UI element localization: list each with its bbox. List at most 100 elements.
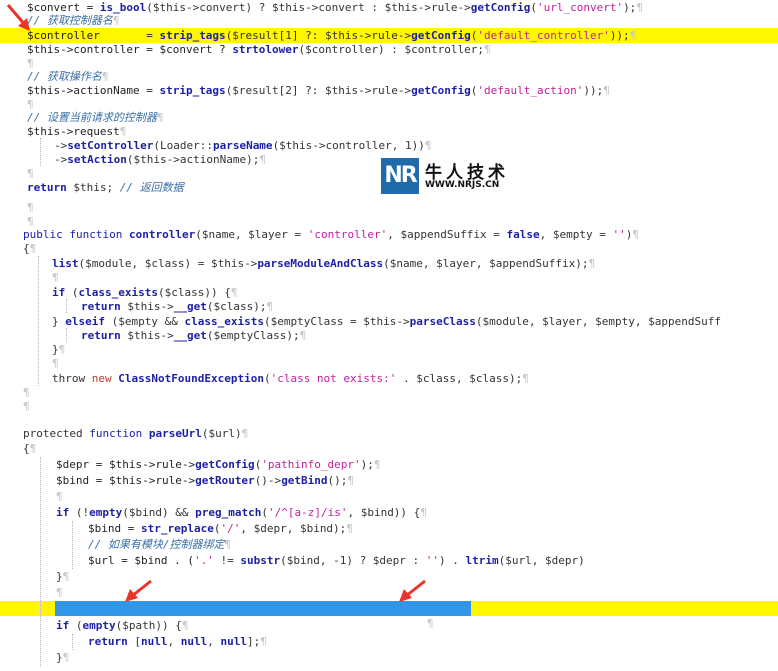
code-token: // 如果有模块/控制器绑定 [88,538,225,551]
code-token: ($this->controller, 1)) [272,139,425,152]
code-token: ($bind, -1) ? $depr : [280,554,426,567]
code-token: parseClass [409,315,476,328]
code-token: ($bind) && [122,506,196,519]
code-token: (Loader:: [153,139,213,152]
code-line[interactable]: // 获取控制器名¶ [0,13,778,29]
code-line[interactable]: return $this->__get($class);¶ [0,299,778,315]
code-token: parseName [212,139,273,152]
code-token: '/^[a-z]/is' [267,506,348,519]
pilcrow: ¶ [260,635,267,648]
pilcrow: ¶ [424,139,432,152]
code-token: , $empty = [539,228,613,241]
code-token: $bind = [88,522,141,535]
code-token: empty [89,506,123,519]
code-token: parseModuleAndClass [257,257,384,270]
code-line[interactable]: if (empty($path)) {¶ [0,618,778,634]
code-token: ($result[2] ?: $this->rule-> [225,84,412,97]
code-token: parseUrl [148,427,202,440]
code-token: setController [67,139,154,152]
code-token: -> [54,139,68,152]
code-line[interactable]: }¶ [0,650,778,666]
code-line[interactable]: $depr = $this->rule->getConfig('pathinfo… [0,457,778,473]
code-token: ( [65,286,79,299]
code-token: ($module, $class) = $this-> [78,257,258,270]
code-line[interactable]: return [null, null, null];¶ [0,634,778,650]
code-token: class_exists [78,286,158,299]
annotation-arrow-icon [6,4,30,31]
code-line[interactable]: $bind = $this->rule->getRouter()->getBin… [0,473,778,489]
code-token: )); [609,29,630,42]
code-token: { [23,242,30,255]
code-token: ($url, $depr) [498,554,585,567]
pilcrow: ¶ [58,343,66,356]
code-token: != [213,554,241,567]
pilcrow: ¶ [112,14,120,27]
code-token: if [56,619,70,632]
pilcrow: ¶ [27,167,34,180]
code-token: class_exists [184,315,264,328]
code-token: '' [612,228,626,241]
code-token: // 获取操作名 [27,70,102,83]
pilcrow: ¶ [181,619,189,632]
annotation-arrow-icon [125,579,152,602]
code-line[interactable]: {¶ [0,441,778,457]
code-token: ($this->actionName); [126,153,260,166]
code-token: empty [82,619,116,632]
code-token: getConfig [195,458,255,471]
code-token: $bind = $this->rule-> [56,474,196,487]
pilcrow: ¶ [241,427,249,440]
code-token: , $bind)) { [347,506,421,519]
code-token: '/' [220,522,241,535]
code-line[interactable]: $bind = str_replace('/', $depr, $bind);¶ [0,521,778,537]
code-editor[interactable]: list($path, $var) = $this->rule->parseUr… [0,0,778,671]
code-token: public function [23,228,129,241]
code-line[interactable]: {¶ [0,241,778,257]
code-line[interactable]: ¶ [0,399,778,415]
code-token: list [52,257,79,270]
code-token: ltrim [465,554,499,567]
code-line[interactable]: // 如果有模块/控制器绑定¶ [0,537,778,553]
code-line[interactable]: $controller = strip_tags($result[1] ?: $… [0,28,778,43]
code-token: null [180,635,208,648]
code-token: ($emptyClass); [206,329,300,342]
pilcrow: ¶ [29,242,37,255]
code-token: , $depr, $bind); [240,522,347,535]
code-token: $this; [66,181,120,194]
code-token: )); [583,84,604,97]
code-line[interactable]: ¶ [0,489,778,505]
code-token: } [56,651,63,664]
code-token: 'class not exists:' [270,372,397,385]
code-token: ($path)) { [115,619,182,632]
pilcrow: ¶ [266,300,274,313]
code-token: getConfig [411,29,471,42]
code-line[interactable]: protected function parseUrl($url)¶ [0,426,778,442]
code-token: '.' [193,554,214,567]
code-token: } [56,570,63,583]
pilcrow: ¶ [119,125,127,138]
code-line[interactable]: $url = $bind . ('.' != substr($bind, -1)… [0,553,778,569]
code-token: ( [261,506,268,519]
code-token: , [167,635,181,648]
code-token: $this-> [120,329,174,342]
code-token: if [52,286,66,299]
code-token: $this-> [120,300,174,313]
code-token: controller [128,228,196,241]
code-token: ($module, $layer, $empty, $appendSuff [475,315,721,328]
code-token: preg_match [195,506,262,519]
code-token: ()-> [254,474,282,487]
pilcrow: ¶ [230,286,238,299]
code-line[interactable]: }¶ [0,569,778,585]
code-token: 'default_controller' [477,29,610,42]
code-token: ($empty && [105,315,185,328]
code-line[interactable]: ¶ [0,356,778,372]
code-token: ($class)) { [157,286,231,299]
pilcrow: ¶ [224,538,232,551]
code-line[interactable]: ¶ [0,585,778,601]
code-token: substr [240,554,281,567]
code-line[interactable]: ¶ [0,270,778,286]
code-token: null [141,635,168,648]
pilcrow: ¶ [52,357,59,370]
code-line[interactable]: if (!empty($bind) && preg_match('/^[a-z]… [0,505,778,521]
code-token: } [52,315,66,328]
code-token: return [88,635,128,648]
